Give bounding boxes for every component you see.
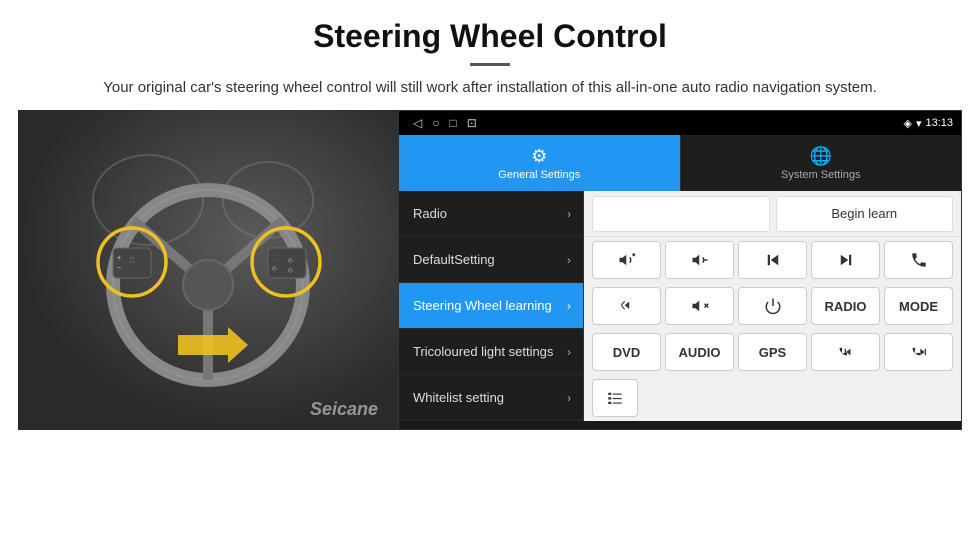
menu-item-whitelist[interactable]: Whitelist setting › bbox=[399, 375, 583, 421]
prev-track-button[interactable] bbox=[738, 241, 807, 279]
android-status-bar: ◁ ○ □ ⊡ ◈ ▾ 13:13 bbox=[399, 111, 961, 135]
menu-default-chevron: › bbox=[567, 253, 571, 267]
audio-button[interactable]: AUDIO bbox=[665, 333, 734, 371]
main-content: + − 🎵 📞 ◇ ◇ ◇ Seicane bbox=[18, 110, 962, 430]
menu-steering-chevron: › bbox=[567, 299, 571, 313]
header-description: Your original car's steering wheel contr… bbox=[40, 76, 940, 100]
svg-text:−: − bbox=[117, 265, 121, 272]
menu-tricoloured-chevron: › bbox=[567, 345, 571, 359]
control-row-2: RADIO MODE bbox=[584, 283, 961, 329]
next-track-button[interactable] bbox=[811, 241, 880, 279]
settings-menu: Radio › DefaultSetting › Steering Wheel … bbox=[399, 191, 584, 421]
phone-prev-icon bbox=[837, 343, 855, 361]
audio-label: AUDIO bbox=[679, 345, 721, 360]
nav-icons: ◁ ○ □ ⊡ bbox=[407, 116, 899, 130]
nav-back-icon[interactable]: ◁ bbox=[413, 116, 422, 130]
menu-whitelist-chevron: › bbox=[567, 391, 571, 405]
nav-home-icon[interactable]: ○ bbox=[432, 116, 439, 130]
car-image-bg: + − 🎵 📞 ◇ ◇ ◇ Seicane bbox=[18, 110, 398, 430]
gps-label: GPS bbox=[759, 345, 786, 360]
clock: 13:13 bbox=[925, 117, 953, 129]
phone-next-icon bbox=[910, 343, 928, 361]
phone-icon bbox=[910, 251, 928, 269]
menu-whitelist-label: Whitelist setting bbox=[413, 390, 504, 405]
menu-default-label: DefaultSetting bbox=[413, 252, 495, 267]
control-row-1 bbox=[584, 237, 961, 283]
tab-system-settings[interactable]: 🌐 System Settings bbox=[680, 135, 962, 191]
tab-system-label: System Settings bbox=[781, 169, 860, 181]
vol-up-button[interactable] bbox=[592, 241, 661, 279]
steering-wheel-illustration: + − 🎵 📞 ◇ ◇ ◇ bbox=[58, 140, 358, 400]
dvd-label: DVD bbox=[613, 345, 640, 360]
menu-item-steering-wheel[interactable]: Steering Wheel learning › bbox=[399, 283, 583, 329]
svg-text:📞: 📞 bbox=[272, 254, 280, 262]
mute-button[interactable] bbox=[665, 287, 734, 325]
phone-prev-button[interactable] bbox=[811, 333, 880, 371]
gps-button[interactable]: GPS bbox=[738, 333, 807, 371]
menu-radio-chevron: › bbox=[567, 207, 571, 221]
begin-learn-button[interactable]: Begin learn bbox=[776, 196, 954, 232]
svg-text:◇: ◇ bbox=[272, 266, 277, 272]
dvd-button[interactable]: DVD bbox=[592, 333, 661, 371]
menu-tricoloured-label: Tricoloured light settings bbox=[413, 344, 553, 359]
control-row-3: DVD AUDIO GPS bbox=[584, 329, 961, 375]
radio-button[interactable]: RADIO bbox=[811, 287, 880, 325]
menu-item-tricoloured[interactable]: Tricoloured light settings › bbox=[399, 329, 583, 375]
power-button[interactable] bbox=[738, 287, 807, 325]
tab-general-settings[interactable]: ⚙ General Settings bbox=[399, 135, 680, 191]
nav-extra-icon[interactable]: ⊡ bbox=[467, 116, 477, 130]
seicane-watermark: Seicane bbox=[310, 399, 378, 420]
svg-text:🎵: 🎵 bbox=[128, 256, 135, 264]
phone-next-button[interactable] bbox=[884, 333, 953, 371]
status-info: ◈ ▾ 13:13 bbox=[903, 117, 953, 130]
svg-text:◇: ◇ bbox=[288, 258, 293, 264]
mode-label: MODE bbox=[899, 299, 938, 314]
control-row-4 bbox=[584, 375, 961, 421]
radio-label: RADIO bbox=[825, 299, 867, 314]
car-image-panel: + − 🎵 📞 ◇ ◇ ◇ Seicane bbox=[18, 110, 398, 430]
vol-down-icon bbox=[691, 251, 709, 269]
phone-button[interactable] bbox=[884, 241, 953, 279]
general-settings-icon: ⚙ bbox=[531, 146, 547, 167]
tab-general-label: General Settings bbox=[498, 169, 580, 181]
nav-recent-icon[interactable]: □ bbox=[449, 116, 456, 130]
page-header: Steering Wheel Control Your original car… bbox=[0, 0, 980, 110]
settings-area: Radio › DefaultSetting › Steering Wheel … bbox=[399, 191, 961, 421]
svg-text:◇: ◇ bbox=[288, 268, 293, 274]
list-icon bbox=[606, 389, 624, 407]
menu-steering-label: Steering Wheel learning bbox=[413, 298, 552, 313]
title-divider bbox=[470, 63, 510, 66]
list-icon-button[interactable] bbox=[592, 379, 638, 417]
location-icon: ◈ bbox=[903, 117, 911, 130]
control-panel: Begin learn bbox=[584, 191, 961, 421]
mute-icon bbox=[691, 297, 709, 315]
system-settings-icon: 🌐 bbox=[810, 146, 832, 167]
learn-input-empty bbox=[592, 196, 770, 232]
back-button[interactable] bbox=[592, 287, 661, 325]
back-icon bbox=[618, 297, 636, 315]
android-panel: ◁ ○ □ ⊡ ◈ ▾ 13:13 ⚙ General Settings 🌐 S… bbox=[398, 110, 962, 430]
next-track-icon bbox=[837, 251, 855, 269]
tab-bar: ⚙ General Settings 🌐 System Settings bbox=[399, 135, 961, 191]
menu-item-radio[interactable]: Radio › bbox=[399, 191, 583, 237]
vol-down-button[interactable] bbox=[665, 241, 734, 279]
menu-item-default-setting[interactable]: DefaultSetting › bbox=[399, 237, 583, 283]
power-icon bbox=[764, 297, 782, 315]
svg-text:+: + bbox=[117, 255, 121, 262]
page-title: Steering Wheel Control bbox=[40, 18, 940, 55]
control-top-row: Begin learn bbox=[584, 191, 961, 237]
menu-radio-label: Radio bbox=[413, 206, 447, 221]
wifi-icon: ▾ bbox=[916, 117, 922, 130]
mode-button[interactable]: MODE bbox=[884, 287, 953, 325]
prev-track-icon bbox=[764, 251, 782, 269]
vol-up-icon bbox=[618, 251, 636, 269]
